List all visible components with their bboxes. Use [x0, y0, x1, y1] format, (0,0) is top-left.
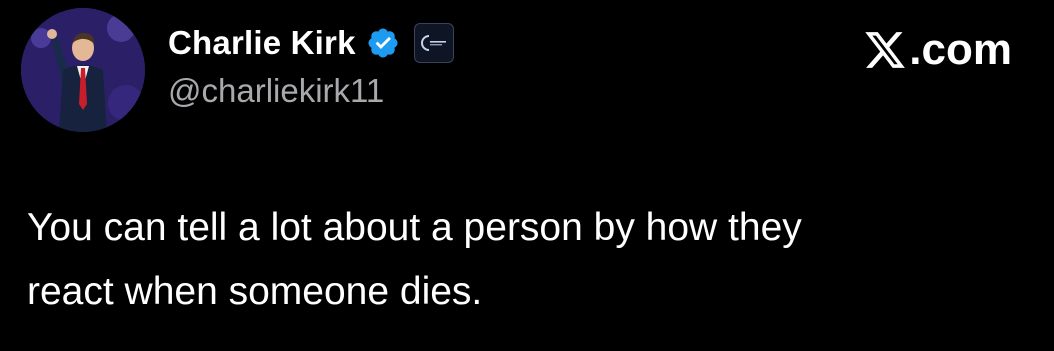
site-watermark: .com — [863, 25, 1012, 75]
tweet-card: Charlie Kirk @charliekirk11 .com You can… — [0, 0, 1054, 351]
handle[interactable]: @charliekirk11 — [168, 72, 384, 110]
display-name[interactable]: Charlie Kirk — [168, 24, 356, 62]
watermark-domain-label: .com — [909, 25, 1012, 74]
avatar[interactable] — [21, 8, 145, 132]
affiliate-badge-icon[interactable] — [413, 23, 454, 63]
display-name-row: Charlie Kirk — [168, 20, 454, 66]
x-logo-icon — [865, 32, 906, 68]
tweet-text: You can tell a lot about a person by how… — [27, 206, 802, 313]
avatar-image — [21, 8, 145, 132]
verified-badge-icon — [366, 26, 400, 60]
